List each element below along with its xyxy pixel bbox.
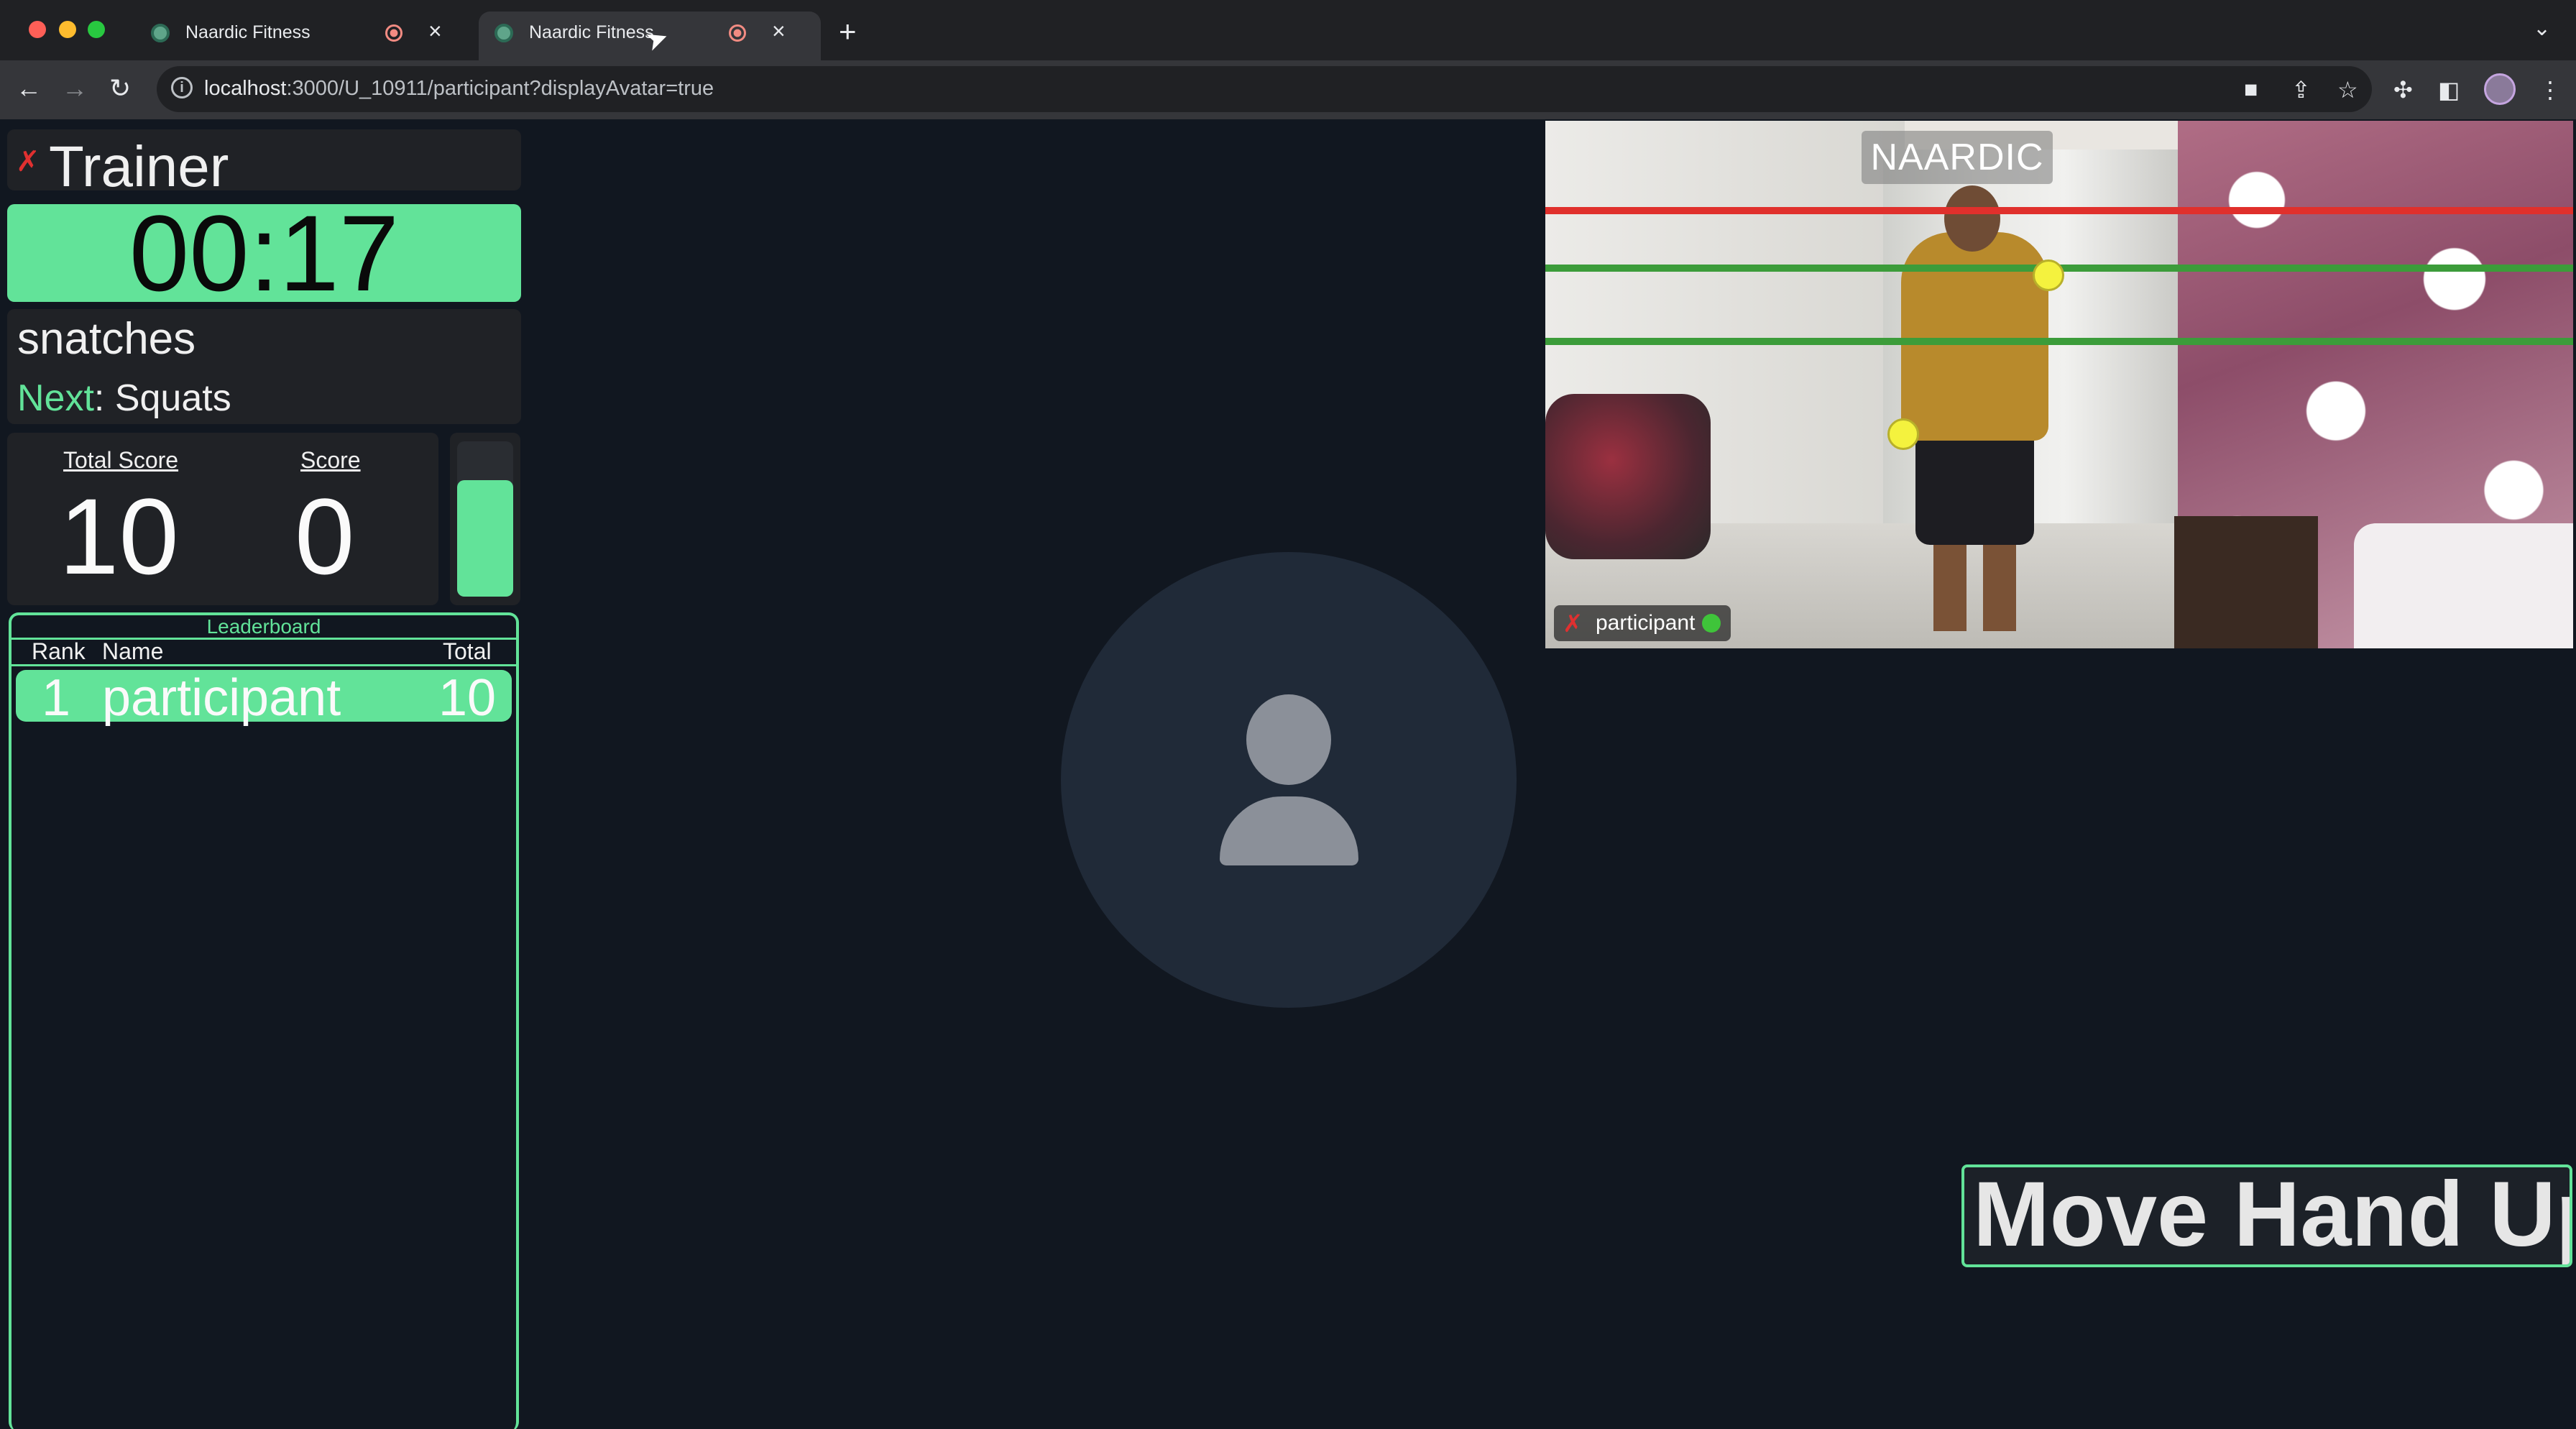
extensions-puzzle-icon[interactable]: ✣ (2393, 76, 2413, 104)
header-divider (12, 664, 516, 666)
total-score-label: Total Score (63, 447, 179, 473)
new-tab-icon[interactable]: + (839, 14, 857, 49)
exercise-card: snatches Next: Squats (7, 309, 521, 424)
bookmark-star-icon[interactable]: ☆ (2337, 76, 2358, 104)
recording-icon (385, 24, 402, 42)
rep-progress-meter (450, 433, 520, 605)
browser-window: Naardic Fitness × Naardic Fitness × + ⌄ … (0, 0, 2576, 1429)
online-status-icon (1702, 614, 1721, 633)
video-person-shins (1933, 545, 2016, 631)
side-panel-icon[interactable]: ◧ (2438, 76, 2460, 104)
score-card: Total Score 10 Score 0 (7, 433, 438, 605)
participant-name: participant (1596, 611, 1696, 635)
video-person-legs (1915, 437, 2034, 545)
video-person-head (1944, 185, 2000, 252)
trainer-card: ✗ Trainer (7, 129, 521, 198)
mic-muted-icon: ✗ (1563, 610, 1583, 638)
reload-icon[interactable]: ↻ (109, 73, 131, 104)
trainer-name: Trainer (49, 134, 229, 198)
site-info-icon[interactable]: i (171, 77, 193, 98)
hand-keypoint-right (2033, 259, 2064, 291)
workout-timer: 00:17 (7, 199, 521, 307)
current-exercise: snatches (17, 314, 196, 364)
avatar-head-icon (1246, 694, 1331, 785)
score-value: 0 (295, 476, 355, 597)
col-header-rank: Rank (32, 638, 86, 664)
profile-avatar[interactable] (2484, 73, 2516, 105)
video-bed (2354, 523, 2573, 648)
col-header-total: Total (443, 638, 492, 664)
row-rank: 1 (42, 669, 71, 727)
score-label: Score (300, 447, 361, 473)
next-exercise: Next: Squats (17, 377, 231, 419)
camera-icon[interactable]: ■ (2244, 76, 2258, 103)
leaderboard: Leaderboard Rank Name Total 1 participan… (9, 612, 519, 1429)
minimize-window-button[interactable] (59, 21, 76, 38)
close-tab-icon[interactable]: × (428, 18, 442, 45)
video-cabinet (2174, 516, 2318, 648)
recording-icon (729, 24, 746, 42)
url-text[interactable]: localhost:3000/U_10911/participant?displ… (204, 77, 714, 101)
naardic-logo: NAARDIC (1862, 131, 2053, 184)
tab-search-chevron-icon[interactable]: ⌄ (2533, 16, 2551, 41)
tab-title: Naardic Fitness (185, 22, 310, 42)
tab-title: Naardic Fitness (529, 22, 654, 42)
instruction-banner: Move Hand Up (1961, 1164, 2572, 1267)
tab-naardic-1[interactable]: Naardic Fitness × (135, 12, 477, 60)
browser-toolbar: ← → ↻ i localhost:3000/U_10911/participa… (0, 60, 2576, 119)
total-score-value: 10 (59, 476, 179, 597)
close-window-button[interactable] (29, 21, 46, 38)
mic-muted-icon: ✗ (16, 146, 40, 178)
next-exercise-name: Squats (114, 377, 231, 419)
favicon-icon (494, 24, 513, 42)
row-name: participant (102, 669, 341, 727)
trainer-avatar-placeholder (1061, 552, 1517, 1008)
close-tab-icon[interactable]: × (772, 18, 786, 45)
forward-arrow-icon[interactable]: → (62, 73, 88, 104)
participant-name-tag: ✗ participant (1554, 605, 1731, 641)
next-label: Next (17, 377, 94, 419)
tab-strip: Naardic Fitness × Naardic Fitness × + ⌄ … (0, 0, 2576, 60)
kebab-menu-icon[interactable]: ⋮ (2539, 76, 2562, 104)
video-person-body (1901, 232, 2048, 441)
meter-fill (457, 480, 513, 597)
row-total: 10 (438, 669, 497, 727)
hand-keypoint-left (1887, 418, 1919, 450)
zoom-window-button[interactable] (88, 21, 105, 38)
favicon-icon (151, 24, 170, 42)
address-bar[interactable]: i localhost:3000/U_10911/participant?dis… (157, 66, 2372, 112)
avatar-body-icon (1220, 796, 1358, 865)
video-clothes-pile (1545, 394, 1711, 559)
target-line-green-lower (1545, 338, 2573, 345)
col-header-name: Name (102, 638, 164, 664)
leaderboard-row: 1 participant 10 (16, 669, 512, 727)
participant-video-tile: NAARDIC ✗ participant (1545, 121, 2573, 648)
app-root: ✗ Trainer 00:17 snatches Next: Squats To… (0, 119, 2576, 1429)
back-arrow-icon[interactable]: ← (16, 73, 42, 104)
leaderboard-title: Leaderboard (12, 615, 516, 640)
limit-line-red (1545, 207, 2573, 214)
share-icon[interactable]: ⇪ (2291, 76, 2311, 104)
